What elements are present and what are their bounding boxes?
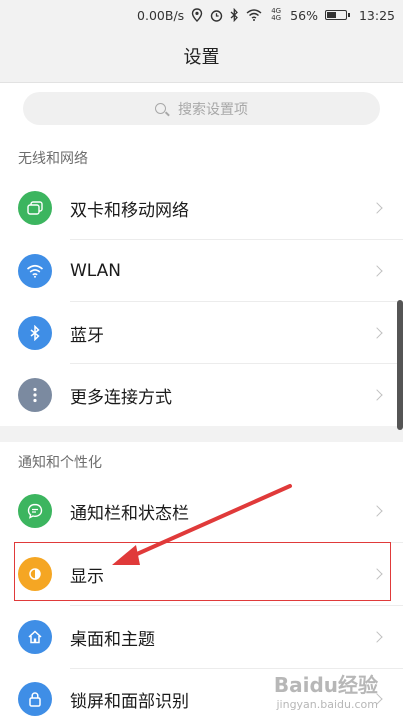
settings-item-label: WLAN: [70, 261, 122, 281]
signal-text: 4G 4G: [271, 7, 282, 22]
page-title: 设置: [183, 47, 220, 68]
search-input[interactable]: 搜索设置项: [23, 92, 380, 125]
wifi-icon: [18, 254, 52, 288]
battery-icon: [324, 10, 350, 20]
wifi-icon: [246, 9, 262, 21]
home-icon: [18, 620, 52, 654]
watermark-brand: Baidu经验: [273, 673, 378, 697]
scrollbar[interactable]: [397, 300, 403, 430]
page-title-bar: 设置: [0, 30, 403, 83]
sim-card-icon: [18, 191, 52, 225]
network-speed: 0.00B/s: [137, 7, 185, 23]
chevron-right-icon: [371, 327, 383, 339]
settings-item-bluetooth[interactable]: 蓝牙: [0, 302, 403, 364]
search-icon: [155, 103, 166, 114]
chevron-right-icon: [371, 202, 383, 214]
watermark-url: jingyan.baidu.com: [276, 698, 378, 711]
highlight-box: [14, 542, 391, 601]
notification-icon: [18, 494, 52, 528]
alarm-icon: [210, 9, 223, 22]
status-bar: 0.00B/s 4G 4G 56% 13:25: [0, 0, 403, 30]
settings-item-label: 蓝牙: [70, 325, 104, 346]
lock-icon: [18, 682, 52, 716]
settings-item-more-connections[interactable]: 更多连接方式: [0, 364, 403, 426]
chevron-right-icon: [371, 505, 383, 517]
settings-item-label: 通知栏和状态栏: [70, 503, 189, 524]
section-header-notifications: 通知和个性化: [18, 455, 102, 471]
search-placeholder: 搜索设置项: [178, 101, 248, 118]
more-icon: [18, 378, 52, 412]
section-header-wireless: 无线和网络: [18, 151, 88, 167]
settings-item-home-theme[interactable]: 桌面和主题: [0, 606, 403, 668]
bluetooth-icon: [230, 8, 239, 22]
settings-item-label: 更多连接方式: [70, 387, 172, 408]
section-gap: [0, 426, 403, 442]
chevron-right-icon: [371, 265, 383, 277]
settings-item-wlan[interactable]: WLAN: [0, 240, 403, 302]
chevron-right-icon: [371, 631, 383, 643]
signal-icon: 4G 4G: [269, 8, 283, 22]
clock: 13:25: [358, 7, 395, 23]
watermark-logo: Baidu经验 jingyan.baidu.com: [274, 669, 378, 711]
settings-item-dual-sim[interactable]: 双卡和移动网络: [0, 177, 403, 239]
settings-item-label: 双卡和移动网络: [70, 200, 189, 221]
search-area: 搜索设置项: [0, 83, 403, 137]
bluetooth-icon: [18, 316, 52, 350]
location-icon: [191, 8, 203, 22]
settings-item-notification-bar[interactable]: 通知栏和状态栏: [0, 480, 403, 542]
chevron-right-icon: [371, 389, 383, 401]
settings-item-label: 桌面和主题: [70, 629, 155, 650]
battery-percent: 56%: [290, 7, 318, 23]
